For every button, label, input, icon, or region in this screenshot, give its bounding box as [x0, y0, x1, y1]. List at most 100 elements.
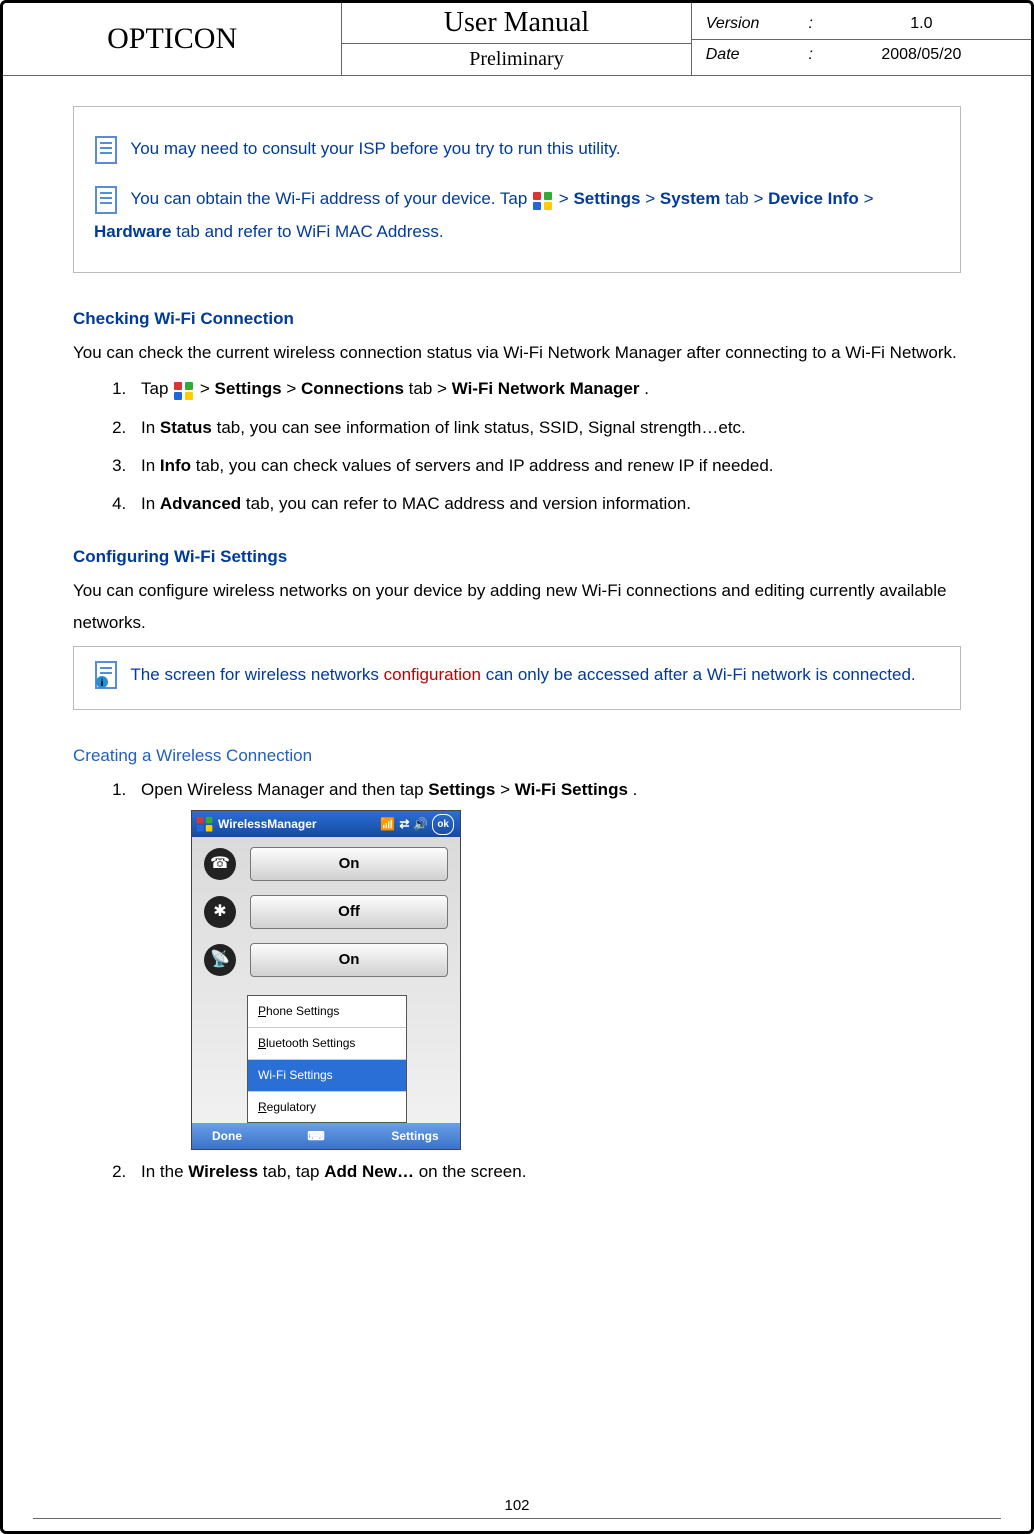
bold-text: Add New… — [324, 1162, 414, 1181]
text: tab, you can refer to MAC address and ve… — [246, 494, 691, 513]
step-2b: In the Wireless tab, tap Add New… on the… — [131, 1156, 961, 1188]
start-icon — [532, 190, 554, 210]
bold-text: Settings — [428, 780, 495, 799]
text: tab, tap — [263, 1162, 324, 1181]
bold-text: Wi-Fi Settings — [515, 780, 628, 799]
system-label: System — [660, 189, 720, 208]
heading-checking: Checking Wi-Fi Connection — [73, 303, 961, 335]
note-box-1: You may need to consult your ISP before … — [73, 106, 961, 273]
heading-create: Creating a Wireless Connection — [73, 740, 961, 772]
phone-icon: ☎ — [204, 848, 236, 880]
sep: > — [559, 189, 574, 208]
text: tab > — [725, 189, 768, 208]
step-4: In Advanced tab, you can refer to MAC ad… — [131, 488, 961, 520]
footer-rule — [33, 1518, 1001, 1519]
settings-button[interactable]: Settings — [370, 1125, 460, 1148]
bluetooth-icon: ✱ — [204, 896, 236, 928]
start-icon — [173, 380, 195, 400]
note-alert-icon: i — [94, 660, 120, 690]
screenshot-body: ☎ On ✱ Off 📡 On — [192, 837, 460, 1001]
bold-text: Settings — [215, 379, 282, 398]
text: Open Wireless Manager and then tap — [141, 780, 428, 799]
connection-icon: ⇄ — [399, 813, 409, 836]
title-block: User Manual Preliminary — [342, 3, 692, 75]
keyboard-icon[interactable]: ⌨ — [262, 1125, 370, 1148]
bluetooth-row: ✱ Off — [204, 895, 448, 929]
wifi-row: 📡 On — [204, 943, 448, 977]
document-header: OPTICON User Manual Preliminary Version … — [3, 3, 1031, 76]
date-label: Date — [706, 46, 796, 64]
step-2: In Status tab, you can see information o… — [131, 412, 961, 444]
bold-text: Wireless — [188, 1162, 258, 1181]
meta-block: Version : 1.0 Date : 2008/05/20 — [692, 3, 1031, 75]
doc-title: User Manual — [342, 3, 691, 44]
screenshot-titlebar: WirelessManager 📶 ⇄ 🔊 ok — [192, 811, 460, 837]
bold-text: Advanced — [160, 494, 241, 513]
device-info-label: Device Info — [768, 189, 859, 208]
menu-regulatory[interactable]: Regulatory — [248, 1092, 406, 1123]
heading-configure: Configuring Wi-Fi Settings — [73, 541, 961, 573]
text: Tap — [141, 379, 173, 398]
bold-text: Wi-Fi Network Manager — [452, 379, 640, 398]
page: OPTICON User Manual Preliminary Version … — [0, 0, 1034, 1534]
screenshot-wireless-manager: WirelessManager 📶 ⇄ 🔊 ok ☎ On ✱ — [191, 810, 461, 1150]
menu-phone-settings[interactable]: PPhone Settingshone Settings — [248, 996, 406, 1028]
note-icon — [94, 185, 120, 215]
note-icon — [94, 135, 120, 165]
wifi-icon: 📡 — [204, 944, 236, 976]
text: . — [644, 379, 649, 398]
page-number: 102 — [3, 1497, 1031, 1514]
note-line-3: i The screen for wireless networks confi… — [94, 659, 940, 691]
date-row: Date : 2008/05/20 — [692, 40, 1031, 70]
note-box-2: i The screen for wireless networks confi… — [73, 646, 961, 710]
red-text: configuration — [384, 665, 481, 684]
sep: > — [200, 379, 215, 398]
intro-para: You can check the current wireless conne… — [73, 337, 961, 369]
text: In — [141, 418, 160, 437]
wifi-toggle[interactable]: On — [250, 943, 448, 977]
colon: : — [796, 15, 826, 33]
step-3: In Info tab, you can check values of ser… — [131, 450, 961, 482]
text: tab, you can see information of link sta… — [217, 418, 746, 437]
bold-text: Connections — [301, 379, 404, 398]
steps-list-1: Tap > Settings > Connections tab > Wi-Fi… — [73, 373, 961, 520]
ok-button[interactable]: ok — [432, 814, 454, 835]
sep: > — [645, 189, 660, 208]
version-value: 1.0 — [826, 15, 1017, 33]
text: tab, you can check values of servers and… — [196, 456, 774, 475]
note-text: You can obtain the Wi-Fi address of your… — [130, 189, 532, 208]
bluetooth-toggle[interactable]: Off — [250, 895, 448, 929]
text: tab and refer to WiFi MAC Address. — [176, 222, 443, 241]
phone-toggle[interactable]: On — [250, 847, 448, 881]
menu-bluetooth-settings[interactable]: Bluetooth Settings — [248, 1028, 406, 1060]
doc-subtitle: Preliminary — [469, 44, 563, 75]
note-line-2: You can obtain the Wi-Fi address of your… — [94, 183, 940, 248]
version-label: Version — [706, 15, 796, 33]
sep: > — [864, 189, 874, 208]
steps-list-2: Open Wireless Manager and then tap Setti… — [73, 774, 961, 1189]
text: . — [633, 780, 638, 799]
date-value: 2008/05/20 — [826, 46, 1017, 64]
speaker-icon: 🔊 — [413, 813, 428, 836]
text: tab > — [409, 379, 452, 398]
content-area: You may need to consult your ISP before … — [3, 76, 1031, 1189]
sep: > — [286, 379, 301, 398]
note-line-1: You may need to consult your ISP before … — [94, 133, 940, 165]
menu-wifi-settings[interactable]: Wi-Fi Settings — [248, 1060, 406, 1092]
brand-name: OPTICON — [3, 3, 342, 75]
text: on the screen. — [419, 1162, 527, 1181]
start-icon — [196, 816, 214, 832]
step-1b: Open Wireless Manager and then tap Setti… — [131, 774, 961, 1150]
bold-text: Status — [160, 418, 212, 437]
bold-text: Info — [160, 456, 191, 475]
text: In the — [141, 1162, 188, 1181]
note-text: You may need to consult your ISP before … — [130, 139, 620, 158]
text: In — [141, 456, 160, 475]
intro-para-2: You can configure wireless networks on y… — [73, 575, 961, 640]
settings-menu: PPhone Settingshone Settings Bluetooth S… — [247, 995, 407, 1123]
settings-label: Settings — [573, 189, 640, 208]
colon: : — [796, 46, 826, 64]
done-button[interactable]: Done — [192, 1125, 262, 1148]
hardware-label: Hardware — [94, 222, 171, 241]
page-footer: 102 — [3, 1497, 1031, 1519]
